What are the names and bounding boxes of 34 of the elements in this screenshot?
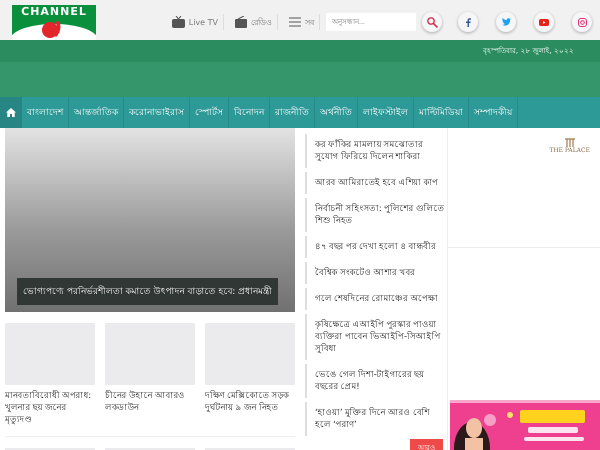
news-link[interactable]: ‘হাওয়া’ মুক্তির দিনে আরও বেশি হলে ‘পরাণ’ <box>305 402 447 436</box>
home-icon <box>6 108 16 117</box>
lead-headline[interactable]: ভোগ্যপণ্যে পরনির্ভরশীলতা কমাতে উৎপাদন বাড়াতে হবে: প্রধানমন্ত্রী <box>17 278 278 305</box>
logo-text: CHANNEL <box>21 5 87 18</box>
news-link[interactable]: ৪৭ বছর পর দেখা হলো ৪ বান্ধবীর <box>305 236 447 258</box>
youtube-button[interactable] <box>534 12 554 32</box>
search-icon <box>426 16 438 28</box>
channel-logo[interactable]: CHANNEL <box>12 5 96 40</box>
news-link[interactable]: বৈশ্বিক সংকটেও আশার খবর <box>305 262 447 284</box>
nav-tab[interactable]: অর্থনীতি <box>315 97 358 128</box>
nav-tab[interactable]: সম্পাদকীয় <box>469 97 518 128</box>
home-button[interactable] <box>0 97 22 128</box>
news-link[interactable]: ভেঙে গেল দিশা-টাইগারের ছয় বছরের প্রেম! <box>305 364 447 398</box>
tv-link[interactable]: Live TV <box>166 14 224 30</box>
news-headline[interactable]: চীনের উহানে আবারও লকডাউন <box>105 390 195 414</box>
menu-icon <box>289 17 301 27</box>
news-link[interactable]: কৃষিক্ষেত্রে এআইপি পুরস্কার পাওয়া ব্যক্তিরা পাবেন ভিআইপি-সিআইপি সুবিধা <box>305 314 447 360</box>
nav-tab[interactable]: লাইফস্টাইল <box>358 97 414 128</box>
nav-tab[interactable]: মাল্টিমিডিয়া <box>414 97 469 128</box>
news-link[interactable]: নির্বাচনী সহিংসতা: পুলিশের গুলিতে শিশু নিহত <box>305 198 447 232</box>
menu-link[interactable]: সব <box>284 14 320 30</box>
instagram-button[interactable] <box>572 12 592 32</box>
news-link[interactable]: গলে শেষদিনের রোমাঞ্চের অপেক্ষা <box>305 288 447 310</box>
radio-icon <box>235 16 247 28</box>
news-headline[interactable]: দক্ষিণ মেক্সিকোতে সড়ক দুর্ঘটনায় ৯ জন নিহত <box>205 390 295 414</box>
news-link[interactable]: কর ফাঁকির মামলায় সমঝোতার সুযোগ ফিরিয়ে দিলেন শাকিরা <box>305 134 447 168</box>
twitter-button[interactable] <box>496 12 516 32</box>
palace-logo-icon <box>564 138 575 147</box>
radio-link[interactable]: রেডিও <box>230 14 278 30</box>
facebook-button[interactable] <box>458 12 478 32</box>
search-button[interactable] <box>422 12 442 32</box>
news-headline[interactable]: মানবতাবিরোধী অপরাধ: খুলনার ছয় জনের মৃত্যুদণ্ড <box>5 390 95 426</box>
news-link[interactable]: আরব আমিরাতেই হবে এশিয়া কাপ <box>305 172 447 194</box>
tv-icon <box>172 16 185 28</box>
